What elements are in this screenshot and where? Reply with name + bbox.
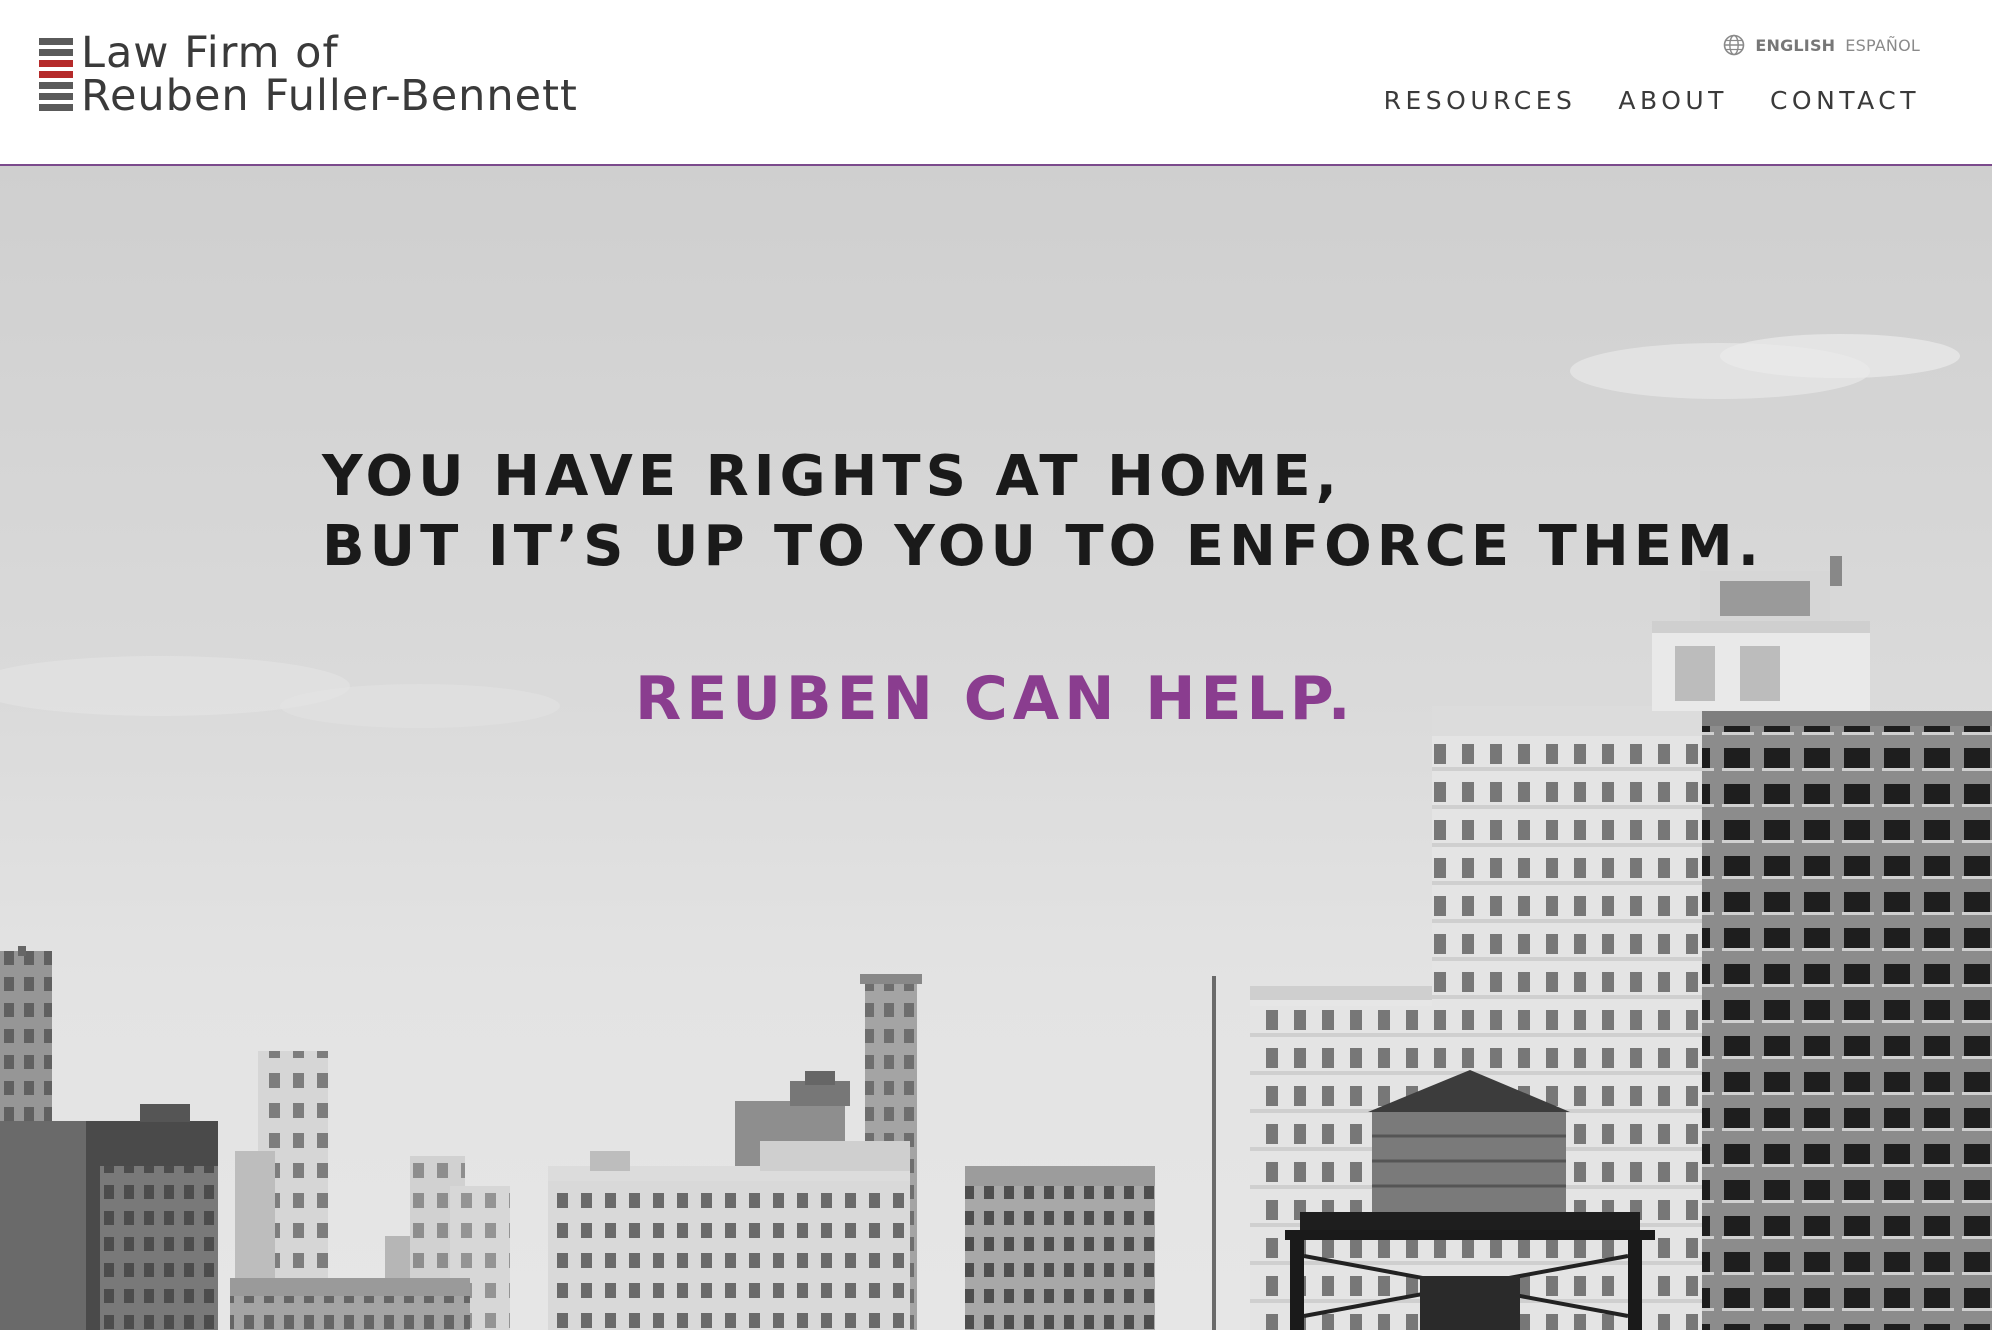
language-english-link[interactable]: ENGLISH xyxy=(1755,36,1835,55)
logo-text-line1: Law Firm of xyxy=(81,28,339,78)
city-skyline-image xyxy=(0,334,1992,1330)
hero-headline-line1: YOU HAVE RIGHTS AT HOME, xyxy=(322,444,1342,509)
nav-resources-link[interactable]: RESOURCES xyxy=(1384,86,1577,115)
nav-contact-link[interactable]: CONTACT xyxy=(1770,86,1920,115)
nav-about-link[interactable]: ABOUT xyxy=(1618,86,1728,115)
language-espanol-link[interactable]: ESPAÑOL xyxy=(1845,36,1920,55)
hero-tagline: REUBEN CAN HELP. xyxy=(635,664,1356,734)
hero-banner: YOU HAVE RIGHTS AT HOME, BUT IT’S UP TO … xyxy=(0,166,1992,1330)
logo-mark-icon xyxy=(39,38,73,118)
page: Law Firm of Reuben Fuller-Bennett ENGLIS… xyxy=(0,0,1992,1330)
main-nav: RESOURCES ABOUT CONTACT xyxy=(1342,86,1920,115)
site-header: Law Firm of Reuben Fuller-Bennett ENGLIS… xyxy=(0,0,1992,166)
hero-headline: YOU HAVE RIGHTS AT HOME, BUT IT’S UP TO … xyxy=(322,442,1764,582)
site-logo[interactable]: Law Firm of Reuben Fuller-Bennett xyxy=(39,30,679,120)
hero-headline-line2: BUT IT’S UP TO YOU TO ENFORCE THEM. xyxy=(322,514,1764,579)
globe-icon xyxy=(1724,34,1745,56)
language-switcher: ENGLISH ESPAÑOL xyxy=(1723,33,1920,57)
logo-text-line2: Reuben Fuller-Bennett xyxy=(81,71,578,121)
